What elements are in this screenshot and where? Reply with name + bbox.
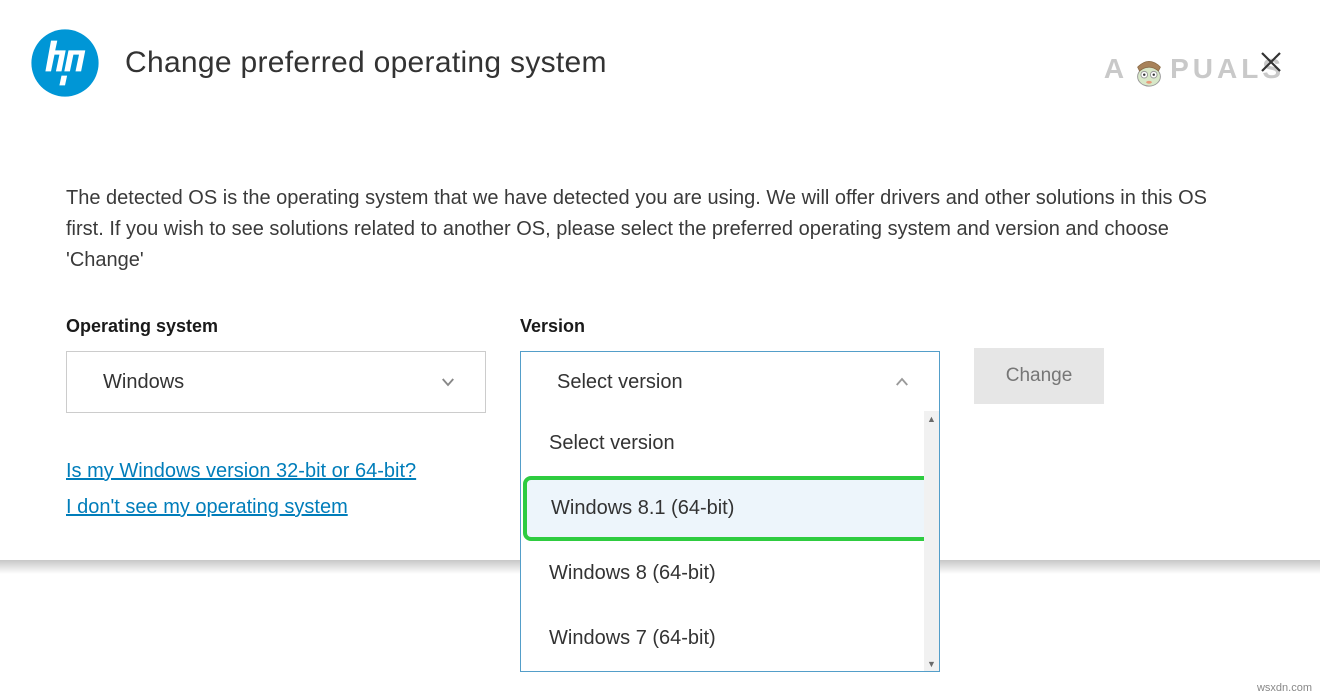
scroll-down-icon[interactable]: ▼ xyxy=(924,656,939,671)
watermark-logo: A PUALS xyxy=(1104,50,1285,88)
version-select-value: Select version xyxy=(557,371,683,394)
os-select[interactable]: Windows xyxy=(66,351,486,413)
footer-domain: wsxdn.com xyxy=(1257,682,1312,694)
close-icon[interactable] xyxy=(1260,48,1282,80)
description-text: The detected OS is the operating system … xyxy=(66,183,1246,276)
mascot-icon xyxy=(1130,50,1168,88)
link-os-not-listed[interactable]: I don't see my operating system xyxy=(66,489,486,525)
version-label: Version xyxy=(520,316,940,337)
version-dropdown: Select version Windows 8.1 (64-bit) Wind… xyxy=(520,411,940,672)
version-option-win81[interactable]: Windows 8.1 (64-bit) xyxy=(523,476,937,541)
os-select-value: Windows xyxy=(103,371,184,394)
version-select[interactable]: Select version xyxy=(520,351,940,413)
change-button[interactable]: Change xyxy=(974,348,1104,404)
version-option-select[interactable]: Select version xyxy=(521,411,939,476)
chevron-down-icon xyxy=(439,373,457,391)
version-option-win7[interactable]: Windows 7 (64-bit) xyxy=(521,606,939,671)
os-label: Operating system xyxy=(66,316,486,337)
scroll-up-icon[interactable]: ▲ xyxy=(924,411,939,426)
link-bit-version[interactable]: Is my Windows version 32-bit or 64-bit? xyxy=(66,453,486,489)
hp-logo-icon xyxy=(30,28,100,98)
version-option-win8[interactable]: Windows 8 (64-bit) xyxy=(521,541,939,606)
dropdown-scrollbar[interactable]: ▲ ▼ xyxy=(924,411,939,671)
chevron-up-icon xyxy=(893,373,911,391)
page-title: Change preferred operating system xyxy=(125,46,607,80)
